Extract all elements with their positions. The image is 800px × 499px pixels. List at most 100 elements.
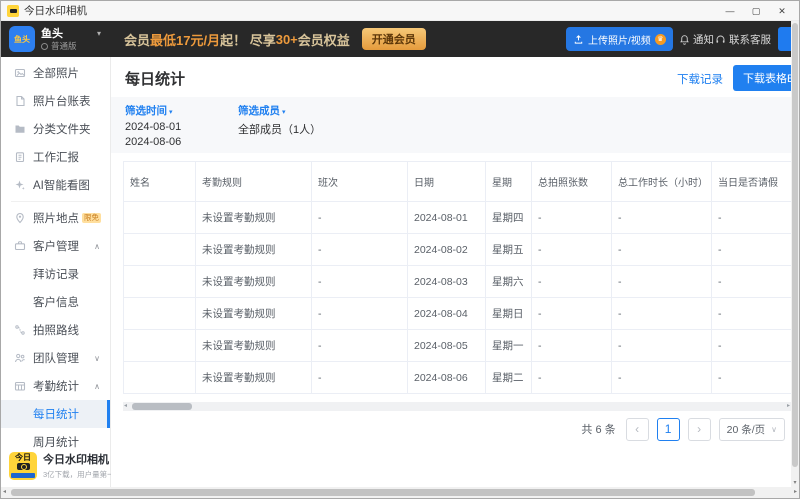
table-horizontal-scrollbar[interactable]: ◂ ▸ [123, 402, 791, 411]
filter-date-start: 2024-08-01 [125, 121, 181, 133]
sidebar-item-daily-stats[interactable]: 每日统计 [1, 400, 110, 428]
sidebar-item-all-photos[interactable]: 全部照片 [1, 59, 110, 87]
promo-highlight: 30+ [276, 32, 298, 47]
cell-name [124, 234, 196, 266]
minimize-button[interactable]: — [717, 1, 743, 21]
plan-badge: 普通版 [41, 40, 77, 52]
upload-button[interactable]: 上传照片/视频 ♛ [566, 27, 673, 51]
sidebar-item-attendance-stats[interactable]: 考勤统计 ∧ [1, 372, 110, 400]
sidebar-item-team-management[interactable]: 团队管理 ∨ [1, 344, 110, 372]
daily-stats-table: 姓名 考勤规则 班次 日期 星期 总拍照张数 总工作时长（小时） 当日是否请假 … [123, 161, 792, 394]
logo-band [11, 473, 35, 478]
location-icon [14, 212, 26, 224]
download-record-link[interactable]: 下载记录 [677, 71, 723, 87]
ledger-icon [14, 95, 26, 107]
cell-shift: - [312, 362, 408, 394]
sidebar-item-customer-info[interactable]: 客户信息 [1, 288, 110, 316]
cell-shift: - [312, 330, 408, 362]
plan-label: 普通版 [51, 40, 77, 52]
sidebar-item-label: 照片地点 [33, 210, 79, 226]
cell-shift: - [312, 234, 408, 266]
cell-weekday: 星期六 [486, 266, 532, 298]
col-header-date: 日期 [408, 162, 486, 202]
attendance-icon [14, 380, 26, 392]
maximize-button[interactable]: ▢ [743, 1, 769, 21]
folder-icon [14, 123, 26, 135]
page-size-value: 20 条/页 [727, 422, 766, 437]
sidebar-item-work-report[interactable]: 工作汇报 [1, 143, 110, 171]
cell-leave: - [712, 202, 792, 234]
col-header-rule: 考勤规则 [196, 162, 312, 202]
expand-down-icon[interactable]: ∨ [94, 354, 100, 363]
collapse-up-icon[interactable]: ∧ [94, 242, 100, 251]
table-scrollbar-thumb[interactable] [132, 403, 192, 410]
vip-badge-icon: ♛ [655, 34, 666, 45]
cell-photos: - [532, 266, 612, 298]
notify-label: 通知 [693, 32, 714, 47]
support-button[interactable]: 联系客服 [715, 21, 771, 57]
filter-member-dropdown[interactable]: 筛选成员▾ [238, 103, 321, 118]
scroll-right-icon[interactable]: ▸ [787, 402, 790, 411]
promo-banner: 会员 最低17元/月 起！ 尽享 30+ 会员权益 开通会员 [124, 21, 426, 57]
scroll-left-icon[interactable]: ◂ [124, 402, 127, 411]
vertical-scrollbar[interactable]: ▾ [791, 21, 799, 489]
scroll-left-icon[interactable]: ◂ [3, 488, 6, 497]
headset-icon [715, 34, 726, 45]
cell-name [124, 298, 196, 330]
sidebar-item-category-folders[interactable]: 分类文件夹 [1, 115, 110, 143]
filter-time-dropdown[interactable]: 筛选时间▾ [125, 103, 181, 118]
scroll-down-icon[interactable]: ▾ [791, 479, 799, 486]
cell-date: 2024-08-03 [408, 266, 486, 298]
sidebar-item-ai-viewer[interactable]: AI智能看图 [1, 171, 110, 199]
promo-text: 会员权益 [298, 30, 350, 49]
notifications-button[interactable]: 通知 [679, 21, 714, 57]
dropdown-icon: ∨ [771, 425, 777, 434]
cell-date: 2024-08-02 [408, 234, 486, 266]
close-button[interactable]: ✕ [769, 1, 795, 21]
cell-leave: - [712, 266, 792, 298]
sidebar-item-photo-route[interactable]: 拍照路线 [1, 316, 110, 344]
avatar[interactable]: 鱼头 [9, 26, 35, 52]
cell-photos: - [532, 234, 612, 266]
current-page-button[interactable]: 1 [657, 418, 680, 441]
col-header-hours: 总工作时长（小时） [612, 162, 712, 202]
cell-rule: 未设置考勤规则 [196, 266, 312, 298]
user-caret-icon[interactable]: ▾ [97, 29, 101, 38]
download-excel-button[interactable]: 下载表格Excel [733, 65, 793, 91]
sidebar-item-label: 拜访记录 [33, 266, 79, 282]
page-size-select[interactable]: 20 条/页 ∨ [719, 418, 785, 441]
brand-tagline: 3亿下载，用户量第一 [43, 469, 115, 480]
open-vip-button[interactable]: 开通会员 [362, 28, 426, 50]
prev-page-button[interactable]: ‹ [626, 418, 649, 441]
vertical-scrollbar-thumb[interactable] [792, 23, 798, 467]
horizontal-scrollbar-thumb[interactable] [11, 489, 755, 496]
sidebar-item-photo-ledger[interactable]: 照片台账表 [1, 87, 110, 115]
next-page-button[interactable]: › [688, 418, 711, 441]
cell-name [124, 266, 196, 298]
col-header-leave: 当日是否请假 [712, 162, 792, 202]
cell-date: 2024-08-01 [408, 202, 486, 234]
table-row: 未设置考勤规则 - 2024-08-01 星期四 - - - [124, 202, 792, 234]
sidebar-item-label: 拍照路线 [33, 322, 79, 338]
sidebar-item-photo-location[interactable]: 照片地点 限免 [1, 204, 110, 232]
collapse-up-icon[interactable]: ∧ [94, 382, 100, 391]
scroll-right-icon[interactable]: ▸ [794, 488, 797, 497]
sidebar-divider [11, 201, 100, 202]
sidebar-item-customer-management[interactable]: 客户管理 ∧ [1, 232, 110, 260]
sidebar-item-visit-records[interactable]: 拜访记录 [1, 260, 110, 288]
sidebar-item-label: 全部照片 [33, 65, 79, 81]
cell-photos: - [532, 298, 612, 330]
app-brand: 今日 今日水印相机 3亿下载，用户量第一 [9, 451, 115, 480]
cell-hours: - [612, 362, 712, 394]
cell-leave: - [712, 362, 792, 394]
cell-weekday: 星期四 [486, 202, 532, 234]
filter-time-label: 筛选时间 [125, 105, 167, 117]
cell-hours: - [612, 298, 712, 330]
sidebar-item-label: 客户管理 [33, 238, 79, 254]
team-icon [14, 352, 26, 364]
cell-weekday: 星期一 [486, 330, 532, 362]
horizontal-scrollbar[interactable]: ◂ ▸ [1, 487, 799, 498]
promo-highlight: 最低17元/月 [150, 30, 220, 49]
col-header-photos: 总拍照张数 [532, 162, 612, 202]
sidebar-item-label: 客户信息 [33, 294, 79, 310]
